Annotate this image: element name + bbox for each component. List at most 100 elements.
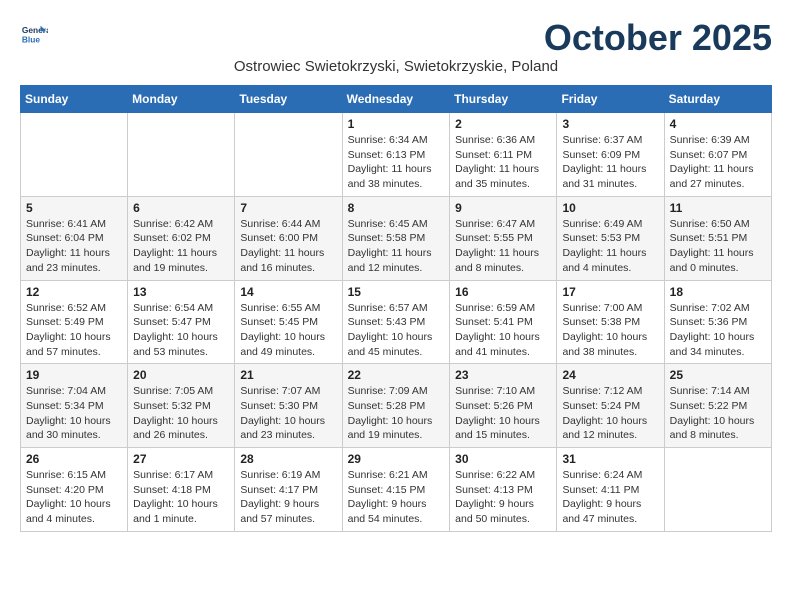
calendar-cell: 27 Sunrise: 6:17 AM Sunset: 4:18 PM Dayli… <box>128 448 235 532</box>
day-info: Sunrise: 6:57 AM Sunset: 5:43 PM Dayligh… <box>348 301 445 360</box>
day-number: 27 <box>133 452 229 466</box>
day-info: Sunrise: 6:37 AM Sunset: 6:09 PM Dayligh… <box>562 133 658 192</box>
day-info: Sunrise: 7:09 AM Sunset: 5:28 PM Dayligh… <box>348 384 445 443</box>
calendar-cell: 22 Sunrise: 7:09 AM Sunset: 5:28 PM Dayli… <box>342 364 450 448</box>
day-info: Sunrise: 6:22 AM Sunset: 4:13 PM Dayligh… <box>455 468 551 527</box>
day-info: Sunrise: 7:04 AM Sunset: 5:34 PM Dayligh… <box>26 384 122 443</box>
day-number: 9 <box>455 201 551 215</box>
day-number: 28 <box>240 452 336 466</box>
day-info: Sunrise: 6:21 AM Sunset: 4:15 PM Dayligh… <box>348 468 445 527</box>
calendar-cell: 12 Sunrise: 6:52 AM Sunset: 5:49 PM Dayli… <box>21 280 128 364</box>
day-number: 4 <box>670 117 766 131</box>
calendar-cell: 15 Sunrise: 6:57 AM Sunset: 5:43 PM Dayli… <box>342 280 450 364</box>
day-number: 21 <box>240 368 336 382</box>
day-info: Sunrise: 6:41 AM Sunset: 6:04 PM Dayligh… <box>26 217 122 276</box>
day-number: 29 <box>348 452 445 466</box>
day-info: Sunrise: 6:36 AM Sunset: 6:11 PM Dayligh… <box>455 133 551 192</box>
day-number: 10 <box>562 201 658 215</box>
day-info: Sunrise: 6:19 AM Sunset: 4:17 PM Dayligh… <box>240 468 336 527</box>
calendar-cell: 31Sunrise: 6:24 AM Sunset: 4:11 PM Dayli… <box>557 448 664 532</box>
calendar-cell: 8 Sunrise: 6:45 AM Sunset: 5:58 PM Daylig… <box>342 196 450 280</box>
day-number: 5 <box>26 201 122 215</box>
weekday-header-sunday: Sunday <box>21 86 128 113</box>
day-info: Sunrise: 7:07 AM Sunset: 5:30 PM Dayligh… <box>240 384 336 443</box>
day-number: 20 <box>133 368 229 382</box>
weekday-header-thursday: Thursday <box>450 86 557 113</box>
calendar-cell: 30 Sunrise: 6:22 AM Sunset: 4:13 PM Dayli… <box>450 448 557 532</box>
day-number: 30 <box>455 452 551 466</box>
day-number: 1 <box>348 117 445 131</box>
calendar-cell: 13 Sunrise: 6:54 AM Sunset: 5:47 PM Dayli… <box>128 280 235 364</box>
calendar-cell: 4 Sunrise: 6:39 AM Sunset: 6:07 PM Daylig… <box>664 113 771 197</box>
day-number: 22 <box>348 368 445 382</box>
day-number: 11 <box>670 201 766 215</box>
calendar-cell: 17 Sunrise: 7:00 AM Sunset: 5:38 PM Dayli… <box>557 280 664 364</box>
day-number: 13 <box>133 285 229 299</box>
day-info: Sunrise: 6:50 AM Sunset: 5:51 PM Dayligh… <box>670 217 766 276</box>
day-number: 14 <box>240 285 336 299</box>
day-number: 6 <box>133 201 229 215</box>
calendar-cell: 7 Sunrise: 6:44 AM Sunset: 6:00 PM Daylig… <box>235 196 342 280</box>
calendar-cell <box>664 448 771 532</box>
calendar-cell: 18 Sunrise: 7:02 AM Sunset: 5:36 PM Dayli… <box>664 280 771 364</box>
day-info: Sunrise: 7:00 AM Sunset: 5:38 PM Dayligh… <box>562 301 658 360</box>
logo: General Blue <box>20 20 52 48</box>
day-number: 25 <box>670 368 766 382</box>
calendar-cell: 19 Sunrise: 7:04 AM Sunset: 5:34 PM Dayli… <box>21 364 128 448</box>
day-number: 19 <box>26 368 122 382</box>
day-number: 18 <box>670 285 766 299</box>
day-number: 26 <box>26 452 122 466</box>
calendar-cell: 23 Sunrise: 7:10 AM Sunset: 5:26 PM Dayli… <box>450 364 557 448</box>
calendar-cell: 5 Sunrise: 6:41 AM Sunset: 6:04 PM Daylig… <box>21 196 128 280</box>
location-title: Ostrowiec Swietokrzyski, Swietokrzyskie,… <box>20 58 772 75</box>
day-info: Sunrise: 7:14 AM Sunset: 5:22 PM Dayligh… <box>670 384 766 443</box>
day-number: 17 <box>562 285 658 299</box>
calendar-cell: 3 Sunrise: 6:37 AM Sunset: 6:09 PM Daylig… <box>557 113 664 197</box>
day-info: Sunrise: 7:12 AM Sunset: 5:24 PM Dayligh… <box>562 384 658 443</box>
day-info: Sunrise: 6:39 AM Sunset: 6:07 PM Dayligh… <box>670 133 766 192</box>
calendar-cell: 21 Sunrise: 7:07 AM Sunset: 5:30 PM Dayli… <box>235 364 342 448</box>
calendar-cell: 28 Sunrise: 6:19 AM Sunset: 4:17 PM Dayli… <box>235 448 342 532</box>
calendar-cell <box>128 113 235 197</box>
weekday-header-wednesday: Wednesday <box>342 86 450 113</box>
day-number: 15 <box>348 285 445 299</box>
weekday-header-saturday: Saturday <box>664 86 771 113</box>
day-info: Sunrise: 6:15 AM Sunset: 4:20 PM Dayligh… <box>26 468 122 527</box>
day-number: 7 <box>240 201 336 215</box>
day-number: 16 <box>455 285 551 299</box>
day-number: 24 <box>562 368 658 382</box>
day-info: Sunrise: 6:55 AM Sunset: 5:45 PM Dayligh… <box>240 301 336 360</box>
calendar-cell: 11 Sunrise: 6:50 AM Sunset: 5:51 PM Dayli… <box>664 196 771 280</box>
month-title: October 2025 <box>544 20 772 56</box>
day-info: Sunrise: 6:45 AM Sunset: 5:58 PM Dayligh… <box>348 217 445 276</box>
calendar-cell: 10 Sunrise: 6:49 AM Sunset: 5:53 PM Dayli… <box>557 196 664 280</box>
calendar-cell: 2Sunrise: 6:36 AM Sunset: 6:11 PM Daylig… <box>450 113 557 197</box>
calendar-cell: 9Sunrise: 6:47 AM Sunset: 5:55 PM Daylig… <box>450 196 557 280</box>
day-info: Sunrise: 7:02 AM Sunset: 5:36 PM Dayligh… <box>670 301 766 360</box>
day-info: Sunrise: 6:52 AM Sunset: 5:49 PM Dayligh… <box>26 301 122 360</box>
weekday-header-friday: Friday <box>557 86 664 113</box>
day-number: 8 <box>348 201 445 215</box>
calendar-cell: 20Sunrise: 7:05 AM Sunset: 5:32 PM Dayli… <box>128 364 235 448</box>
svg-text:Blue: Blue <box>22 34 40 44</box>
calendar-cell: 16 Sunrise: 6:59 AM Sunset: 5:41 PM Dayli… <box>450 280 557 364</box>
calendar-cell: 6 Sunrise: 6:42 AM Sunset: 6:02 PM Daylig… <box>128 196 235 280</box>
day-number: 12 <box>26 285 122 299</box>
day-info: Sunrise: 6:44 AM Sunset: 6:00 PM Dayligh… <box>240 217 336 276</box>
calendar-table: SundayMondayTuesdayWednesdayThursdayFrid… <box>20 85 772 532</box>
weekday-header-tuesday: Tuesday <box>235 86 342 113</box>
day-info: Sunrise: 6:54 AM Sunset: 5:47 PM Dayligh… <box>133 301 229 360</box>
weekday-header-monday: Monday <box>128 86 235 113</box>
day-info: Sunrise: 7:10 AM Sunset: 5:26 PM Dayligh… <box>455 384 551 443</box>
calendar-cell <box>235 113 342 197</box>
day-info: Sunrise: 6:59 AM Sunset: 5:41 PM Dayligh… <box>455 301 551 360</box>
calendar-cell: 1 Sunrise: 6:34 AM Sunset: 6:13 PM Daylig… <box>342 113 450 197</box>
calendar-cell: 14 Sunrise: 6:55 AM Sunset: 5:45 PM Dayli… <box>235 280 342 364</box>
day-info: Sunrise: 6:34 AM Sunset: 6:13 PM Dayligh… <box>348 133 445 192</box>
day-number: 23 <box>455 368 551 382</box>
day-info: Sunrise: 6:49 AM Sunset: 5:53 PM Dayligh… <box>562 217 658 276</box>
day-number: 3 <box>562 117 658 131</box>
day-info: Sunrise: 6:42 AM Sunset: 6:02 PM Dayligh… <box>133 217 229 276</box>
day-info: Sunrise: 6:17 AM Sunset: 4:18 PM Dayligh… <box>133 468 229 527</box>
calendar-cell: 29 Sunrise: 6:21 AM Sunset: 4:15 PM Dayli… <box>342 448 450 532</box>
